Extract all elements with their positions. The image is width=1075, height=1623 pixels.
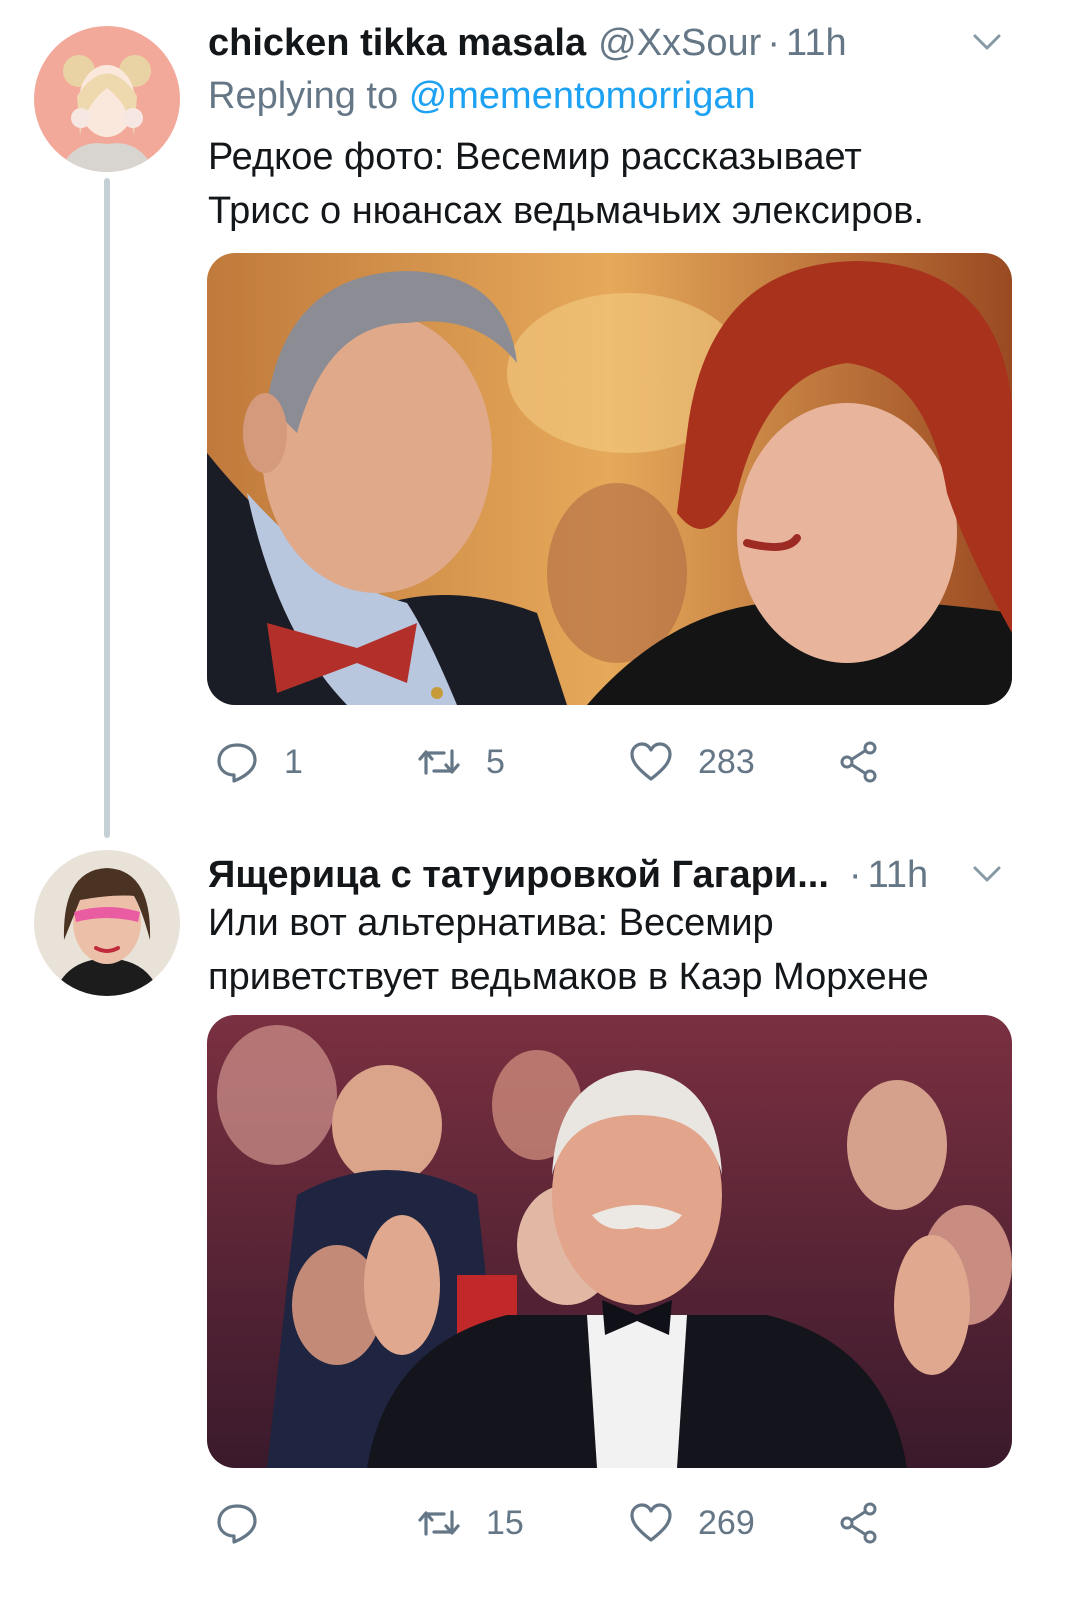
tweet-text: Или вот альтернатива: Весемир приветству… bbox=[208, 896, 1015, 1004]
tweet[interactable]: Ящерица с татуировкой Гагари... · 11h Ил… bbox=[0, 850, 1075, 1623]
share-button[interactable] bbox=[836, 1498, 882, 1548]
replying-to: Replying to @mementomorrigan bbox=[208, 75, 756, 118]
tweet-text: Редкое фото: Весемир рассказывает Трисс … bbox=[208, 130, 1015, 238]
retweet-count: 5 bbox=[486, 742, 505, 781]
replying-prefix: Replying to bbox=[208, 75, 399, 117]
share-button[interactable] bbox=[836, 737, 882, 787]
like-count: 269 bbox=[698, 1503, 755, 1542]
retweet-button[interactable]: 5 bbox=[416, 737, 505, 787]
thread-line bbox=[104, 178, 110, 838]
tweet-header: Ящерица с татуировкой Гагари... · 11h bbox=[208, 850, 1015, 900]
retweet-button[interactable]: 15 bbox=[416, 1498, 524, 1548]
tweet-text-line: Трисс о нюансах ведьмачьих элексиров. bbox=[208, 190, 924, 232]
display-name[interactable]: Ящерица с татуировкой Гагари... bbox=[208, 854, 829, 897]
chevron-down-icon[interactable] bbox=[969, 24, 1005, 60]
timestamp[interactable]: 11h bbox=[868, 854, 929, 897]
reply-icon bbox=[217, 743, 257, 783]
retweet-icon bbox=[418, 749, 460, 775]
avatar[interactable] bbox=[34, 26, 180, 172]
like-button[interactable]: 283 bbox=[628, 737, 755, 787]
share-icon bbox=[840, 1502, 877, 1544]
separator-dot: · bbox=[767, 21, 780, 64]
retweet-icon bbox=[418, 1510, 460, 1536]
timestamp[interactable]: 11h bbox=[786, 22, 847, 65]
tweet-image[interactable] bbox=[207, 1015, 1012, 1468]
tweet-header: chicken tikka masala @XxSour · 11h bbox=[208, 18, 1015, 68]
like-count: 283 bbox=[698, 742, 755, 781]
display-name[interactable]: chicken tikka masala bbox=[208, 22, 586, 65]
chevron-down-icon[interactable] bbox=[969, 856, 1005, 892]
replying-to-link[interactable]: @mementomorrigan bbox=[409, 75, 756, 117]
tweet-text-line: Редкое фото: Весемир рассказывает bbox=[208, 136, 862, 178]
share-icon bbox=[840, 741, 877, 783]
tweet-text-line: приветствует ведьмаков в Каэр Морхене bbox=[208, 956, 929, 998]
reply-button[interactable] bbox=[214, 1498, 260, 1548]
reply-icon bbox=[217, 1504, 257, 1544]
avatar[interactable] bbox=[34, 850, 180, 996]
user-handle[interactable]: @XxSour bbox=[598, 22, 761, 65]
reply-button[interactable]: 1 bbox=[214, 737, 303, 787]
tweet-text-line: Или вот альтернатива: Весемир bbox=[208, 902, 774, 944]
separator-dot: · bbox=[848, 853, 862, 896]
tweet-actions: 15 269 bbox=[208, 1498, 908, 1548]
tweet-image[interactable] bbox=[207, 253, 1012, 705]
retweet-count: 15 bbox=[486, 1503, 524, 1542]
tweet[interactable]: chicken tikka masala @XxSour · 11h Reply… bbox=[0, 0, 1075, 850]
heart-icon bbox=[630, 742, 672, 781]
reply-count: 1 bbox=[284, 742, 303, 781]
heart-icon bbox=[630, 1503, 672, 1542]
like-button[interactable]: 269 bbox=[628, 1498, 755, 1548]
tweet-actions: 1 5 283 bbox=[208, 737, 908, 787]
